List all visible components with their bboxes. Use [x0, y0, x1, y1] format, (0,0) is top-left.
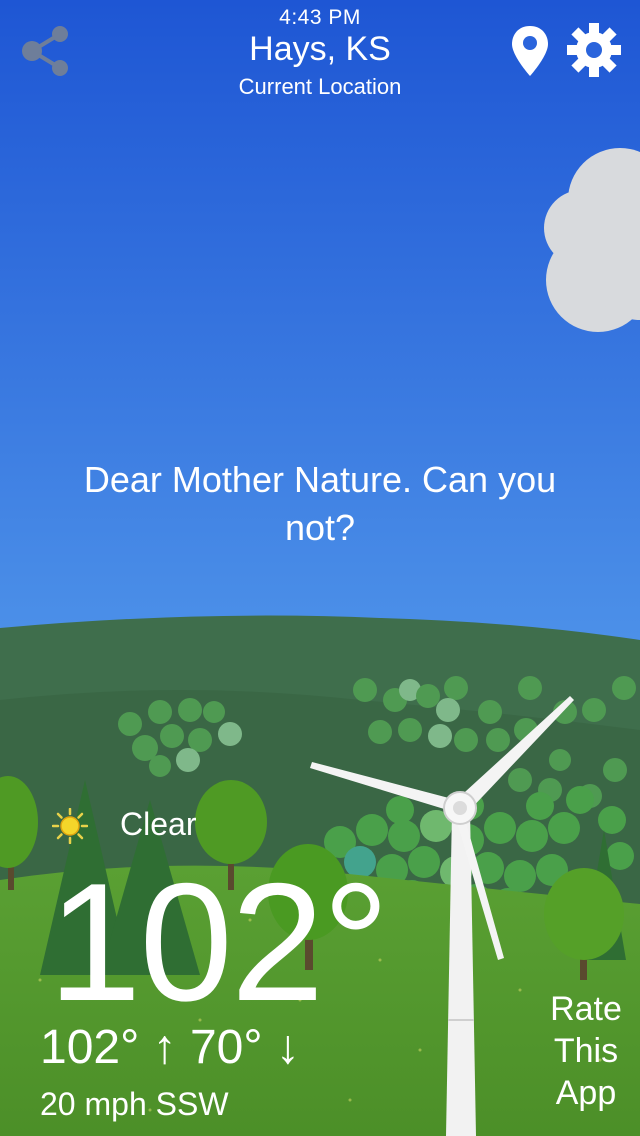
down-arrow-icon: ↓	[275, 1021, 300, 1074]
high-temperature: 102°	[40, 1021, 140, 1074]
location-pin-icon[interactable]	[510, 24, 550, 78]
rate-line-1: Rate	[550, 990, 622, 1028]
low-temperature: 70°	[189, 1021, 263, 1074]
rate-line-3: App	[555, 1074, 617, 1112]
high-low-temperatures: 102° ↑ 70° ↓	[40, 1020, 300, 1075]
gear-icon[interactable]	[566, 22, 622, 78]
rate-app-button[interactable]: Rate This App	[536, 988, 636, 1114]
wind-speed: 20 mph SSW	[40, 1086, 229, 1122]
weather-message: Dear Mother Nature. Can you not?	[83, 459, 557, 548]
rate-line-2: This	[553, 1032, 619, 1070]
sun-icon	[52, 808, 88, 844]
up-arrow-icon: ↑	[152, 1021, 177, 1074]
condition-label: Clear	[120, 806, 197, 842]
share-icon[interactable]	[18, 22, 76, 80]
current-temperature: 102°	[48, 848, 389, 1036]
